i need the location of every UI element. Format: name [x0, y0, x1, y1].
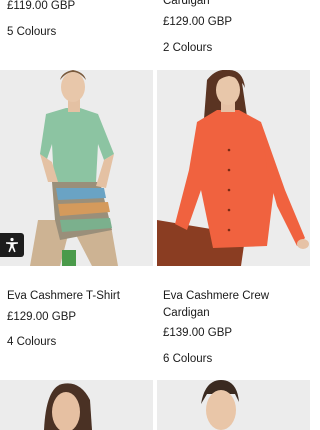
- product-name-eva-cashmere-tshirt[interactable]: Eva Cashmere T-Shirt: [7, 289, 120, 303]
- product-price-eva-cashmere-crew-cardigan: £139.00 GBP: [163, 327, 233, 339]
- product-image-bottom-right[interactable]: [157, 380, 310, 430]
- product-colours-eva-cashmere-crew-cardigan[interactable]: 6 Colours: [163, 352, 212, 366]
- product-image-eva-cashmere-crew-cardigan[interactable]: [157, 70, 310, 266]
- product-name-eva-cashmere-crew-cardigan-line1[interactable]: Eva Cashmere Crew: [163, 289, 269, 303]
- accessibility-button[interactable]: [0, 233, 24, 257]
- accessibility-icon: [6, 237, 18, 253]
- product-price-eva-cashmere-tshirt: £129.00 GBP: [7, 311, 77, 323]
- product-image-bottom-left[interactable]: [0, 380, 153, 430]
- product-price-top-left: £119.00 GBP: [7, 0, 76, 12]
- product-name-top-right[interactable]: Cardigan: [163, 0, 210, 8]
- product-colours-top-right: 2 Colours: [163, 42, 213, 54]
- product-name-eva-cashmere-crew-cardigan-line2[interactable]: Cardigan: [163, 306, 210, 320]
- product-price-top-right: £129.00 GBP: [163, 16, 233, 28]
- product-colours-eva-cashmere-tshirt[interactable]: 4 Colours: [7, 335, 56, 349]
- product-colours-top-left: 5 Colours: [7, 26, 57, 38]
